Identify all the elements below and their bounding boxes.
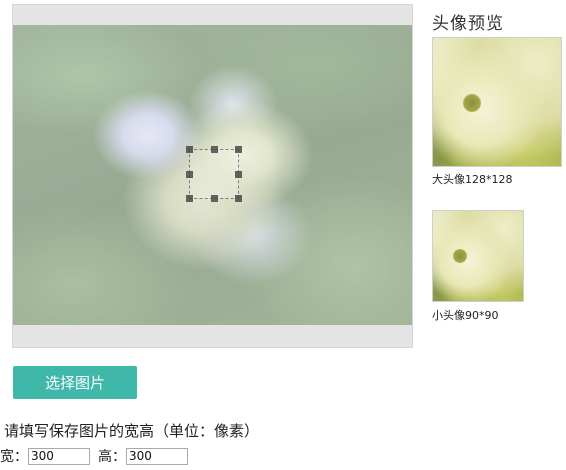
select-image-button[interactable]: 选择图片 [13, 366, 137, 399]
resize-handle-n[interactable] [211, 146, 218, 153]
source-photo [13, 25, 412, 325]
resize-handle-ne[interactable] [235, 146, 242, 153]
large-avatar-caption: 大头像128*128 [432, 173, 513, 186]
preview-title: 头像预览 [432, 14, 504, 34]
flower-center [453, 249, 467, 263]
height-label: 高： [98, 449, 126, 465]
small-avatar-preview [432, 210, 524, 302]
resize-handle-nw[interactable] [186, 146, 193, 153]
resize-handle-se[interactable] [235, 195, 242, 202]
size-form: 宽： 高： [0, 446, 188, 466]
crop-selection-box[interactable] [186, 146, 242, 202]
flower-center [463, 94, 481, 112]
width-input[interactable] [28, 447, 90, 465]
resize-handle-w[interactable] [186, 171, 193, 178]
resize-handle-sw[interactable] [186, 195, 193, 202]
large-avatar-preview [432, 37, 562, 167]
small-avatar-caption: 小头像90*90 [432, 309, 499, 322]
height-input[interactable] [126, 447, 188, 465]
image-cropper[interactable] [12, 4, 413, 348]
resize-handle-e[interactable] [235, 171, 242, 178]
width-label: 宽： [0, 449, 28, 465]
size-hint: 请填写保存图片的宽高（单位：像素） [4, 422, 260, 440]
resize-handle-s[interactable] [211, 195, 218, 202]
